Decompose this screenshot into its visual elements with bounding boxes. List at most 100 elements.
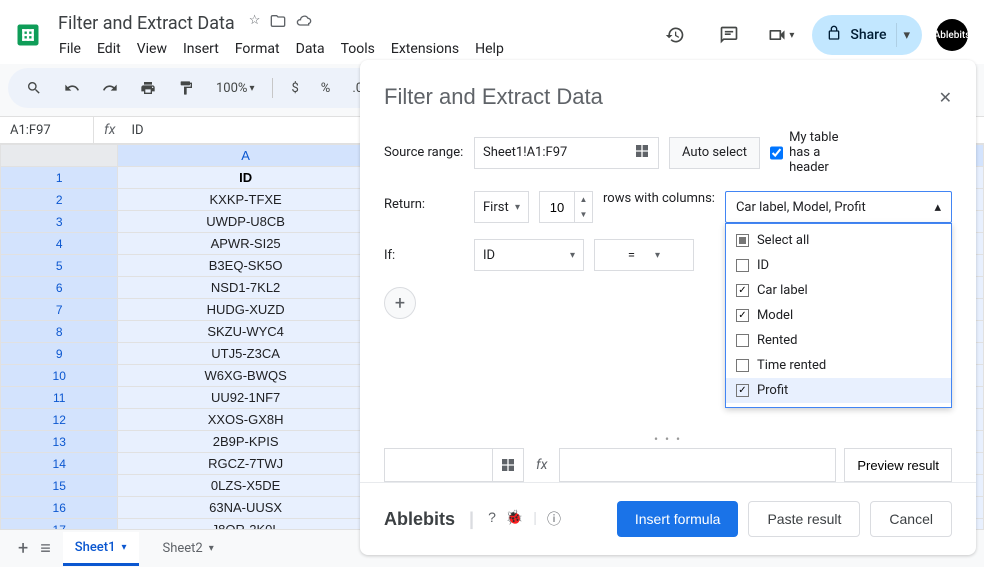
cell[interactable]: 2B9P-KPIS [118,431,373,453]
share-caret-icon[interactable]: ▾ [896,23,916,47]
menu-format[interactable]: Format [228,38,287,60]
menu-view[interactable]: View [130,38,174,60]
menu-help[interactable]: Help [468,38,511,60]
dropdown-option[interactable]: ID [726,253,951,278]
return-count-input[interactable]: ▲▼ [539,191,593,223]
doc-title[interactable]: Filter and Extract Data [52,11,241,36]
col-header[interactable]: A [118,145,373,167]
source-range-input[interactable]: Sheet1!A1:F97 [474,137,659,169]
paint-format-icon[interactable] [172,76,200,100]
dropdown-option[interactable]: Profit [726,378,951,403]
add-sheet-button[interactable]: + [18,538,28,559]
if-operator-select[interactable]: =▾ [594,239,694,271]
menu-file[interactable]: File [52,38,88,60]
row-header[interactable]: 5 [1,255,118,277]
menu-edit[interactable]: Edit [90,38,128,60]
dropdown-option[interactable]: Time rented [726,353,951,378]
dropdown-option[interactable]: Rented [726,328,951,353]
undo-icon[interactable] [58,76,86,100]
row-header[interactable]: 2 [1,189,118,211]
row-header[interactable]: 9 [1,343,118,365]
share-button[interactable]: Share ▾ [812,15,922,55]
star-icon[interactable]: ☆ [249,13,261,33]
paste-result-button[interactable]: Paste result [748,501,860,537]
auto-select-button[interactable]: Auto select [669,137,760,169]
sheets-logo[interactable] [8,15,48,55]
cell[interactable]: UTJ5-Z3CA [118,343,373,365]
help-icon[interactable]: ? [488,509,496,529]
select-all-cell[interactable] [1,145,118,167]
cell[interactable]: HUDG-XUZD [118,299,373,321]
search-icon[interactable] [20,76,48,100]
preview-result-button[interactable]: Preview result [844,448,952,482]
cell[interactable]: XXOS-GX8H [118,409,373,431]
sheet-tab-active[interactable]: Sheet1 ▾ [63,532,139,566]
cell[interactable]: B3EQ-SK5O [118,255,373,277]
row-header[interactable]: 13 [1,431,118,453]
cell[interactable]: NSD1-7KL2 [118,277,373,299]
close-icon[interactable]: ✕ [939,88,952,107]
preview-cell-ref[interactable] [384,448,524,482]
row-header[interactable]: 1 [1,167,118,189]
menu-tools[interactable]: Tools [334,38,382,60]
add-condition-button[interactable]: + [384,287,416,319]
account-avatar[interactable]: Ablebits [936,19,968,51]
menu-data[interactable]: Data [289,38,332,60]
return-count-field[interactable] [540,192,574,222]
columns-multiselect[interactable]: Car label, Model, Profit ▴ Select allIDC… [725,191,952,223]
menu-extensions[interactable]: Extensions [384,38,466,60]
row-header[interactable]: 3 [1,211,118,233]
spin-up-icon[interactable]: ▲ [575,192,592,207]
dropdown-option[interactable]: Select all [726,228,951,253]
if-field-select[interactable]: ID▾ [474,239,584,271]
redo-icon[interactable] [96,76,124,100]
header-checkbox[interactable]: My table has a header [770,130,850,175]
header-checkbox-input[interactable] [770,146,783,160]
insert-formula-button[interactable]: Insert formula [617,501,739,537]
cell[interactable]: KXKP-TFXE [118,189,373,211]
cloud-status-icon[interactable] [296,13,312,33]
cell[interactable]: W6XG-BWQS [118,365,373,387]
grid-picker-icon[interactable] [634,143,650,163]
print-icon[interactable] [134,76,162,100]
row-header[interactable]: 10 [1,365,118,387]
row-header[interactable]: 6 [1,277,118,299]
dropdown-option[interactable]: Model [726,303,951,328]
name-box[interactable]: A1:F97 [0,117,94,143]
row-header[interactable]: 4 [1,233,118,255]
all-sheets-button[interactable]: ≡ [40,538,51,559]
cell[interactable]: UU92-1NF7 [118,387,373,409]
sheet-tab[interactable]: Sheet2 ▾ [151,533,226,564]
cell[interactable]: RGCZ-7TWJ [118,453,373,475]
preview-formula-box[interactable] [559,448,836,482]
row-header[interactable]: 11 [1,387,118,409]
cell[interactable]: 63NA-UUSX [118,497,373,519]
cell[interactable]: 0LZS-X5DE [118,475,373,497]
row-header[interactable]: 16 [1,497,118,519]
cancel-button[interactable]: Cancel [870,501,952,537]
currency-button[interactable]: $ [285,77,304,100]
grid-picker-icon[interactable] [493,457,523,473]
history-icon[interactable] [655,15,695,55]
row-header[interactable]: 12 [1,409,118,431]
cell[interactable]: UWDP-U8CB [118,211,373,233]
menu-insert[interactable]: Insert [176,38,226,60]
info-icon[interactable]: ⓘ [547,509,561,529]
return-mode-select[interactable]: First▾ [474,191,529,223]
comment-icon[interactable] [709,15,749,55]
row-header[interactable]: 8 [1,321,118,343]
row-header[interactable]: 7 [1,299,118,321]
spin-down-icon[interactable]: ▼ [575,207,592,222]
bug-icon[interactable]: 🐞 [506,509,523,529]
row-header[interactable]: 15 [1,475,118,497]
move-icon[interactable] [270,13,286,33]
dropdown-option[interactable]: Car label [726,278,951,303]
resize-handle-icon[interactable]: • • • [360,432,976,446]
meet-icon[interactable]: ▾ [763,15,798,55]
sheet-tab-caret-icon[interactable]: ▾ [121,542,126,553]
row-header[interactable]: 14 [1,453,118,475]
cell[interactable]: APWR-SI25 [118,233,373,255]
header-cell[interactable]: ID [118,167,373,189]
percent-button[interactable]: % [315,77,337,100]
cell[interactable]: SKZU-WYC4 [118,321,373,343]
